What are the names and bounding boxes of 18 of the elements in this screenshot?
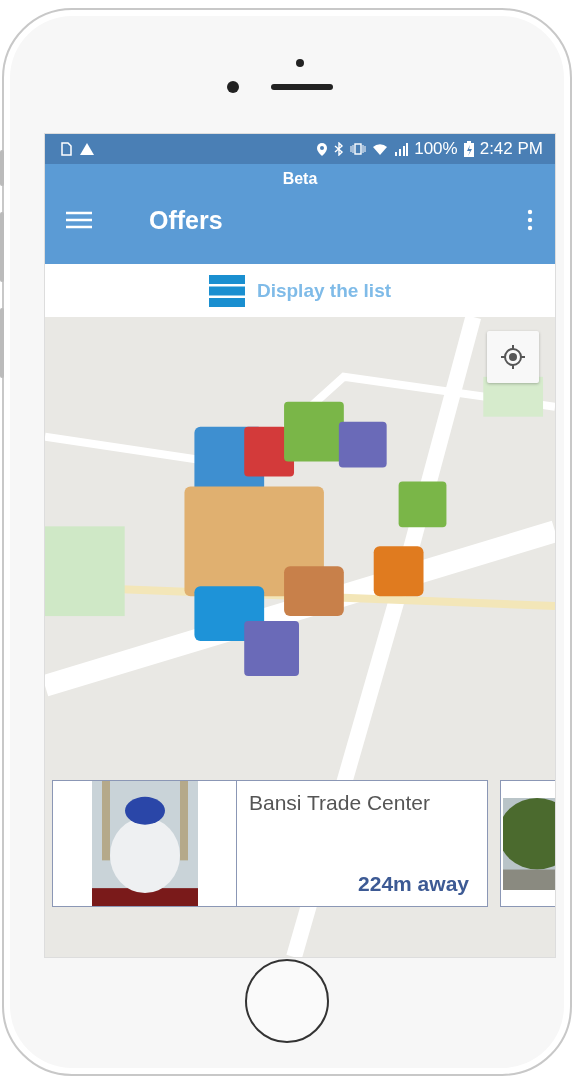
- menu-button[interactable]: [65, 210, 93, 230]
- warning-icon: [79, 142, 95, 156]
- signal-icon: [394, 142, 409, 156]
- more-options-button[interactable]: [527, 209, 533, 231]
- camera-dot: [296, 58, 304, 67]
- app-subtitle: Beta: [282, 170, 318, 188]
- list-icon: [208, 274, 245, 307]
- wifi-icon: [372, 142, 389, 156]
- status-time: 2:42 PM: [479, 139, 543, 159]
- screen-title: Offers: [149, 205, 223, 235]
- location-pin-icon: [316, 141, 329, 157]
- battery-percent: 100%: [414, 139, 458, 159]
- battery-charging-icon: [463, 141, 474, 157]
- sim-card-icon: [59, 142, 73, 156]
- speaker-slot: [271, 83, 333, 90]
- vibrate-icon: [350, 143, 367, 155]
- sensor-dot: [227, 80, 239, 93]
- bluetooth-icon: [334, 142, 345, 156]
